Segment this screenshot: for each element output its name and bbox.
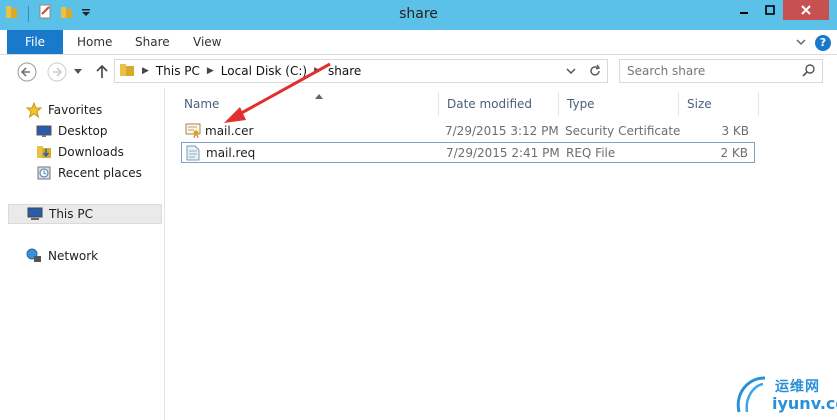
watermark-en: iyunv.com [772, 394, 837, 413]
watermark-cn: 运维网 [775, 379, 820, 395]
annotation-arrow [224, 62, 331, 123]
